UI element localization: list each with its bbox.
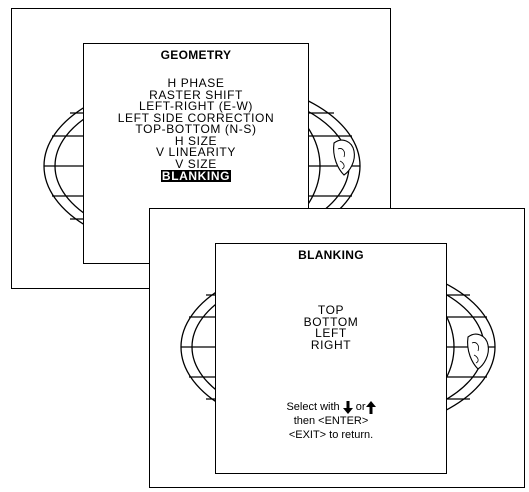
up-arrow-icon <box>365 400 376 414</box>
help-or: or <box>355 401 366 413</box>
menu-item-blanking-selected[interactable]: BLANKING <box>160 170 232 182</box>
help-select-prefix: Select with <box>286 401 340 413</box>
help-line-exit: <EXIT> to return. <box>288 429 374 441</box>
down-arrow-icon <box>342 400 353 414</box>
help-text: Select with or then <ENTER> <EXIT> to re… <box>216 400 446 442</box>
blanking-menu: BLANKING TOP BOTTOM LEFT RIGHT Select wi… <box>215 243 447 474</box>
menu-item-right[interactable]: RIGHT <box>216 339 446 352</box>
menu-items: H PHASE RASTER SHIFT LEFT-RIGHT (E-W) LE… <box>84 77 308 183</box>
menu-title: GEOMETRY <box>160 48 232 62</box>
menu-title: BLANKING <box>298 248 364 262</box>
help-line-enter: then <ENTER> <box>293 415 369 427</box>
screen-blanking: BLANKING TOP BOTTOM LEFT RIGHT Select wi… <box>149 208 525 488</box>
menu-items: TOP BOTTOM LEFT RIGHT <box>216 304 446 352</box>
help-line-select: Select with or <box>216 400 446 414</box>
